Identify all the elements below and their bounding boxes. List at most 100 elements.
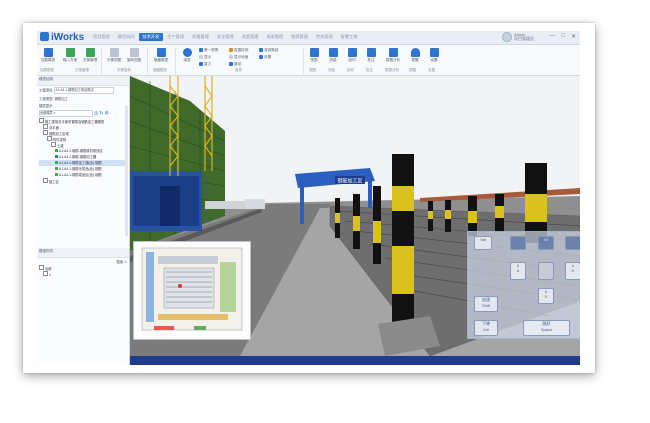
tab-8[interactable]: 物资管理 bbox=[287, 33, 312, 41]
project-row: 工程项目: A1-A4.1-钢筋加工场及周边 bbox=[37, 86, 129, 95]
tab-10[interactable]: 智慧工地 bbox=[337, 33, 362, 41]
expand-icon[interactable] bbox=[51, 142, 56, 147]
walk-icon bbox=[182, 48, 192, 57]
plan-manage-button[interactable]: 方案管理 bbox=[81, 48, 99, 63]
app-window: iWorks 项目管理 模型协同 技术开发 生产管理 质量管理 安全管理 进度管理 成本管理物… bbox=[37, 31, 580, 365]
tab-0[interactable]: 项目管理 bbox=[89, 33, 114, 41]
tab-4[interactable]: 质量管理 bbox=[188, 33, 213, 41]
group-label: 测量 bbox=[328, 68, 335, 72]
hide-model-button[interactable]: 隐藏模型 bbox=[150, 48, 172, 63]
group-label: 漫游 bbox=[235, 68, 242, 72]
analysis-button[interactable]: 数据分析 bbox=[382, 48, 404, 63]
user-menu[interactable]: Admin 项目管理员 bbox=[502, 32, 534, 42]
close-button[interactable]: ✕ bbox=[571, 33, 576, 40]
first-person-option[interactable]: 第一视角 bbox=[199, 48, 218, 53]
pan-view-button[interactable]: 平移视图 bbox=[105, 48, 123, 63]
view-button[interactable]: 视图 bbox=[305, 48, 323, 63]
model-node-icon bbox=[55, 155, 58, 158]
space-key[interactable]: 跳跃 Space bbox=[523, 320, 570, 336]
search-icon[interactable]: ◎ bbox=[94, 110, 98, 116]
gravity-option[interactable]: 重力 bbox=[199, 62, 211, 67]
w-key[interactable]: W bbox=[538, 236, 554, 250]
model-node-icon bbox=[55, 161, 58, 164]
shift-key[interactable]: 加速 Shift bbox=[474, 296, 498, 312]
expand-icon[interactable] bbox=[43, 271, 48, 276]
ctrl-key[interactable]: 下降 Ctrl bbox=[474, 320, 498, 336]
path-option[interactable]: 路径 bbox=[229, 62, 241, 67]
settings-icon[interactable]: ⚙ bbox=[104, 110, 108, 116]
group-label: 视图 bbox=[309, 68, 316, 72]
tree-node-label: A1-A4.1-钢筋半成品(含)-钢筋 bbox=[59, 167, 102, 171]
load-model-icon bbox=[43, 48, 53, 57]
walk-button[interactable]: 漫游 bbox=[178, 48, 196, 63]
tree-node-label: A1-A4.1-钢筋-钢筋原材堆放区 bbox=[59, 149, 103, 153]
refresh-icon[interactable]: ↻ bbox=[124, 260, 127, 264]
project-select[interactable]: A1-A4.1-钢筋加工场及周边 bbox=[54, 87, 115, 94]
e-key[interactable] bbox=[565, 236, 580, 250]
ribbon-toolbar: 加载模型 输入方案 方案管理 平移视图 旋转视图 隐藏模型 漫游 第一视角 显示… bbox=[37, 45, 580, 76]
hide-model-icon bbox=[156, 48, 166, 57]
refresh-icon[interactable]: ↻ bbox=[99, 110, 103, 116]
tab-2[interactable]: 技术开发 bbox=[138, 33, 164, 41]
lower-search[interactable]: 搜索 ↻ bbox=[37, 258, 129, 265]
path-icon bbox=[229, 62, 233, 66]
section-button[interactable]: 剖切 bbox=[343, 48, 361, 63]
walk-settings-option[interactable]: 设置 bbox=[259, 55, 271, 60]
d-key[interactable]: ∧ D bbox=[565, 262, 580, 280]
plan-manage-icon bbox=[85, 48, 95, 57]
tree-scrollbar[interactable] bbox=[125, 106, 128, 236]
collision-option[interactable]: 碰撞检测 bbox=[229, 48, 248, 53]
tab-3[interactable]: 生产管理 bbox=[163, 33, 188, 41]
avatar[interactable] bbox=[502, 32, 512, 42]
settings-button[interactable]: 设置 bbox=[425, 48, 443, 63]
display-option[interactable]: 显示 bbox=[199, 55, 211, 60]
ribbon-separator bbox=[303, 48, 304, 74]
tab-9[interactable]: 劳务管理 bbox=[312, 33, 337, 41]
maximize-button[interactable]: □ bbox=[561, 33, 565, 40]
group-label: 设置 bbox=[428, 68, 435, 72]
model-node-icon bbox=[55, 149, 58, 152]
tree-node[interactable]: 施工区 bbox=[39, 178, 127, 184]
expand-icon[interactable] bbox=[43, 124, 48, 129]
pan-view-icon bbox=[109, 48, 119, 57]
rotate-view-button[interactable]: 旋转视图 bbox=[125, 48, 143, 63]
input-plan-button[interactable]: 输入方案 bbox=[61, 48, 79, 63]
annotate-button[interactable]: 批注 bbox=[362, 48, 380, 63]
group-label: 平移旋转 bbox=[117, 68, 131, 72]
expand-icon[interactable] bbox=[43, 130, 48, 135]
expand-icon[interactable] bbox=[39, 265, 44, 270]
s-key[interactable] bbox=[538, 262, 554, 280]
measure-button[interactable]: 测量 bbox=[324, 48, 342, 63]
load-model-button[interactable]: 加载模型 bbox=[39, 48, 57, 63]
view-icon bbox=[309, 48, 319, 57]
collision-icon bbox=[229, 48, 233, 52]
expand-icon[interactable] bbox=[47, 136, 52, 141]
position-marker bbox=[178, 284, 182, 288]
q-key[interactable] bbox=[510, 236, 526, 250]
group-label: 数据分析 bbox=[385, 68, 399, 72]
ribbon-separator bbox=[101, 48, 102, 74]
tab-6[interactable]: 进度管理 bbox=[238, 33, 263, 41]
walk-route-option[interactable]: 漫游路线 bbox=[259, 48, 278, 53]
floor-filter-select[interactable]: 全部楼层 ▾ bbox=[39, 110, 93, 117]
model-node-icon bbox=[55, 173, 58, 176]
ground-icon bbox=[229, 55, 233, 59]
expand-icon[interactable] bbox=[43, 178, 48, 183]
tab-1[interactable]: 模型协同 bbox=[114, 33, 139, 41]
list-item[interactable]: 1 bbox=[39, 271, 127, 277]
x-key[interactable]: ∧ X bbox=[538, 288, 554, 304]
site-minimap[interactable] bbox=[133, 241, 251, 340]
annotate-icon bbox=[366, 48, 376, 57]
ground-option[interactable]: 显示地面 bbox=[229, 55, 248, 60]
status-bar bbox=[130, 356, 580, 365]
expand-icon[interactable] bbox=[39, 118, 44, 123]
group-label: 方案管理 bbox=[75, 68, 89, 72]
tab-5[interactable]: 安全管理 bbox=[213, 33, 238, 41]
tab-key[interactable]: Tab bbox=[474, 236, 492, 250]
minimize-button[interactable]: — bbox=[549, 33, 555, 40]
title-bar: iWorks 项目管理 模型协同 技术开发 生产管理 质量管理 安全管理 进度管理 成本管理物… bbox=[37, 31, 580, 45]
a-key[interactable]: ∧ A bbox=[510, 262, 526, 280]
tab-7[interactable]: 成本管理 bbox=[262, 33, 287, 41]
group-label: 加载模型 bbox=[40, 68, 54, 72]
alert-button[interactable]: 提醒 bbox=[406, 48, 424, 63]
